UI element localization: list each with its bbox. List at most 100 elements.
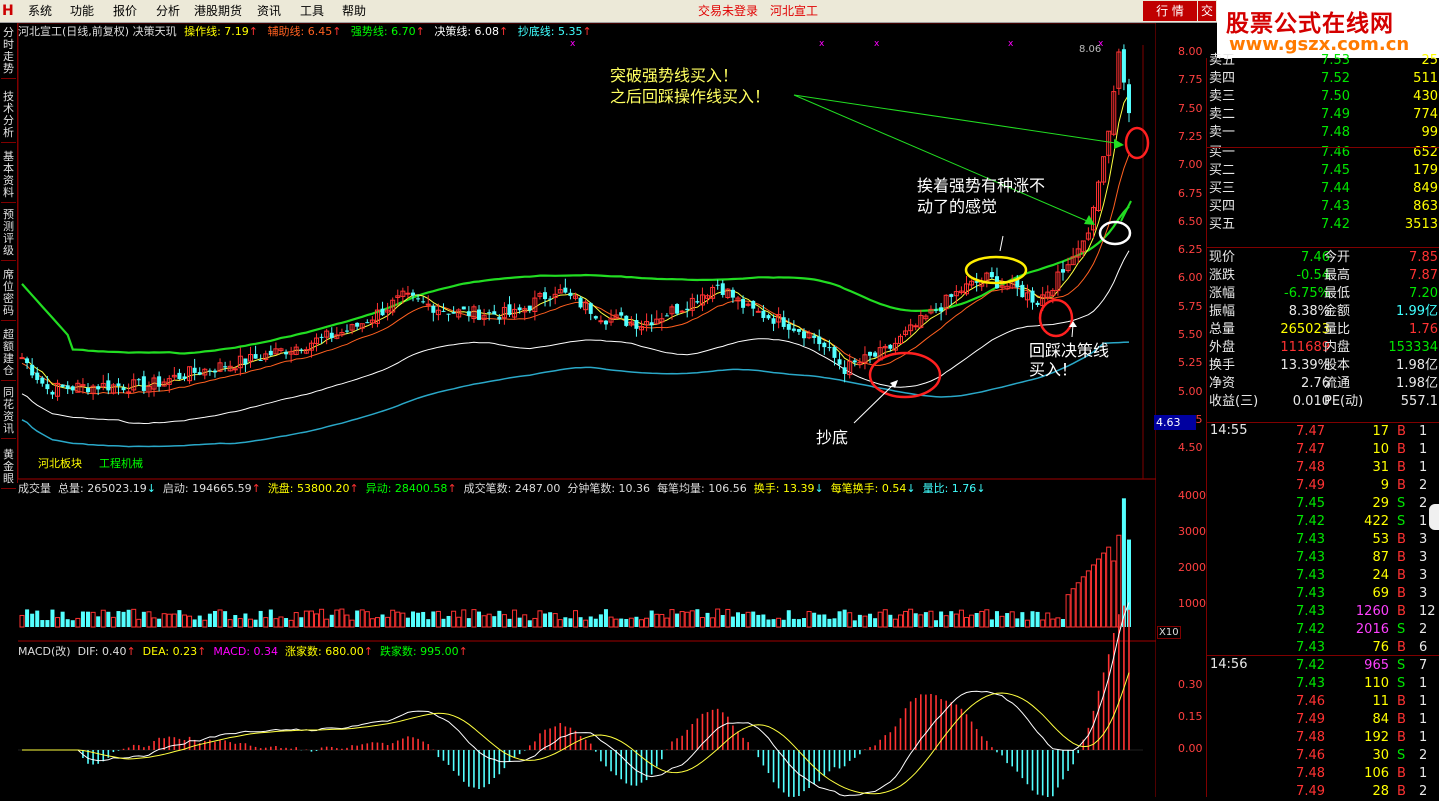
price-tick: 8.00 <box>1178 45 1203 58</box>
volume-bar <box>456 616 462 628</box>
volume-bar <box>532 617 538 628</box>
vol_legend-item-10: 量比: 1.76↓ <box>922 482 986 495</box>
volume-bar <box>40 620 45 627</box>
menu-analysis[interactable]: 分析 <box>156 3 180 19</box>
side-tab-seat[interactable]: 席位密码 <box>1 269 16 321</box>
order-book-row: 卖三 7.50 430 <box>1209 89 1438 104</box>
volume-bar <box>979 610 985 628</box>
candle-body <box>344 330 349 332</box>
price-tick: 4.50 <box>1178 441 1203 455</box>
arrow-head <box>1114 139 1124 149</box>
macd_legend-item-4: 涨家数: 680.00↑ <box>285 645 373 658</box>
candle-body <box>685 308 690 311</box>
side-tab-intraday[interactable]: 分时走势 <box>1 27 16 79</box>
menu-hk-futures[interactable]: 港股期货 <box>194 3 242 19</box>
volume-bar <box>720 614 725 627</box>
volume-bar <box>166 613 172 628</box>
price-tick: 7.00 <box>1178 158 1203 172</box>
volume-bar <box>791 618 796 627</box>
candle-body <box>837 359 842 365</box>
separator <box>1207 247 1439 248</box>
tab-trade[interactable]: 交 <box>1198 1 1216 21</box>
candle-body <box>1060 269 1065 273</box>
candle-body <box>563 287 568 293</box>
industry-label[interactable]: 工程机械 <box>99 455 143 471</box>
tab-quote[interactable]: 行 情 <box>1143 1 1197 21</box>
volume-bar <box>451 610 457 628</box>
menu-system[interactable]: 系统 <box>28 3 52 19</box>
volume-bar <box>364 611 370 628</box>
candle-body <box>827 347 832 349</box>
volume-bar <box>90 611 96 628</box>
separator <box>1207 147 1439 148</box>
candle-body <box>624 315 629 326</box>
candle-body <box>207 370 212 372</box>
order-book-row: 卖一 7.48 99 <box>1209 125 1438 140</box>
menu-help[interactable]: 帮助 <box>342 3 366 19</box>
volume-bar <box>1106 546 1112 628</box>
side-tab-rating[interactable]: 预测评级 <box>1 209 16 261</box>
volume-bar <box>1060 619 1065 627</box>
volume-bar <box>314 613 320 628</box>
candle-body <box>527 305 532 311</box>
volume-bar <box>705 612 710 627</box>
tick-row: 7.48 31 B 1 <box>1296 460 1428 475</box>
watermark-title: 股票公式在线网 <box>1226 11 1394 37</box>
volume-bar <box>897 614 903 628</box>
menu-function[interactable]: 功能 <box>70 3 94 19</box>
candle-body <box>60 384 65 387</box>
sector-label[interactable]: 河北板块 <box>38 455 82 471</box>
login-status[interactable]: 交易未登录 <box>698 3 758 19</box>
tick-row: 7.46 11 B 1 <box>1296 694 1428 709</box>
side-tab-golden-eye[interactable]: 黄金眼 <box>1 449 16 489</box>
volume-bar <box>913 613 918 627</box>
volume-bar <box>395 611 401 628</box>
volume-bar <box>882 609 888 628</box>
volume-bar <box>161 613 167 628</box>
candle-body <box>136 379 141 381</box>
annotation-arrow <box>1120 200 1132 222</box>
volume-bar <box>30 613 35 627</box>
candle-body <box>380 308 385 316</box>
menu-news[interactable]: 资讯 <box>257 3 281 19</box>
candle-body <box>405 292 411 295</box>
volume-bar <box>324 618 330 628</box>
volume-bar <box>1096 558 1102 628</box>
volume-bar <box>55 617 61 628</box>
scroll-handle[interactable] <box>1429 504 1439 530</box>
menu-tools[interactable]: 工具 <box>300 3 324 19</box>
volume-bar <box>60 611 65 627</box>
volume-bar <box>679 611 685 628</box>
volume-bar <box>344 614 350 628</box>
candle-body <box>487 312 492 314</box>
annotation-bottom: 抄底 <box>816 428 849 447</box>
candle-body <box>441 310 446 312</box>
volume-bar <box>603 609 608 627</box>
volume-bar <box>486 613 492 628</box>
volume-bar <box>888 614 893 627</box>
menu-quote[interactable]: 报价 <box>113 3 137 19</box>
side-tab-technical[interactable]: 技术分析 <box>1 91 16 143</box>
volume-bar <box>628 617 634 628</box>
side-tab-fundamentals[interactable]: 基本资料 <box>1 151 16 203</box>
volume-bar <box>903 610 909 628</box>
tick-row: 7.43 53 B 3 <box>1296 532 1428 547</box>
side-tab-position[interactable]: 超额建仓 <box>1 329 16 381</box>
candle-body <box>771 318 776 324</box>
kline-chart-svg[interactable]: xxxxx <box>18 23 1156 797</box>
tick-row: 7.45 29 S 2 <box>1296 496 1428 511</box>
candle-body <box>1020 284 1025 298</box>
volume-bar <box>177 610 182 627</box>
chart-area[interactable]: xxxxx 河北宣工(日线,前复权) 决策天玑 操作线: 7.19↑ 辅助线: … <box>18 23 1213 797</box>
side-tab-news[interactable]: 同花资讯 <box>1 387 16 439</box>
main-panel-frame <box>18 23 1156 480</box>
volume-bar <box>446 615 451 627</box>
volume-bar <box>369 618 375 628</box>
macd-tick: 0.15 <box>1178 710 1203 723</box>
volume-bar <box>918 614 924 628</box>
candle-body <box>715 284 720 286</box>
volume-bar <box>522 614 528 628</box>
candle-body <box>197 372 202 375</box>
volume-bar <box>908 608 914 628</box>
signal-marker: x <box>874 39 880 49</box>
